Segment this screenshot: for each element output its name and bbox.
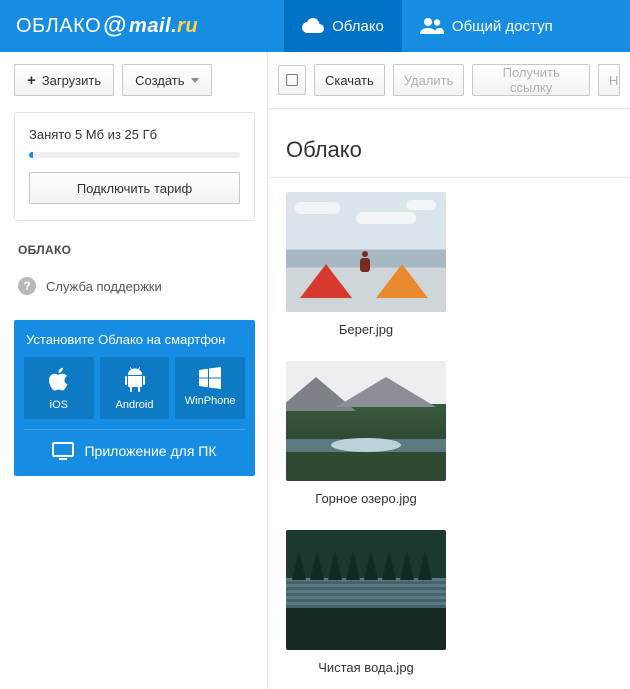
file-thumbnail — [286, 361, 446, 481]
create-button-label: Создать — [135, 73, 184, 88]
platform-winphone-label: WinPhone — [185, 395, 236, 407]
upload-button-label: Загрузить — [42, 73, 101, 88]
truncated-button-label: Н — [609, 73, 618, 88]
support-link[interactable]: ? Служба поддержки — [14, 267, 255, 310]
nav-tab-cloud[interactable]: Облако — [284, 0, 402, 52]
android-icon — [124, 367, 146, 393]
file-name: Горное озеро.jpg — [286, 491, 446, 506]
getlink-button-label: Получить ссылку — [483, 65, 579, 95]
people-icon — [420, 18, 444, 34]
file-tile[interactable]: Берег.jpg — [286, 192, 446, 337]
mobile-promo-title: Установите Облако на смартфон — [24, 330, 245, 357]
download-button-label: Скачать — [325, 73, 374, 88]
support-label: Служба поддержки — [46, 279, 162, 294]
nav-tab-shared[interactable]: Общий доступ — [402, 0, 571, 52]
create-button[interactable]: Создать — [122, 64, 211, 96]
cloud-icon — [302, 18, 324, 34]
file-tile[interactable]: Чистая вода.jpg — [286, 530, 446, 675]
page-title: Облако — [286, 137, 612, 163]
getlink-button[interactable]: Получить ссылку — [472, 64, 590, 96]
file-thumbnail — [286, 192, 446, 312]
upload-button[interactable]: + Загрузить — [14, 64, 114, 96]
plus-icon: + — [27, 73, 36, 88]
question-icon: ? — [18, 277, 36, 295]
storage-panel: Занято 5 Мб из 25 Гб Подключить тариф — [14, 112, 255, 221]
main-area: Скачать Удалить Получить ссылку Н Облако — [267, 52, 630, 689]
file-grid: Берег.jpg Горное озеро.jpg — [286, 178, 612, 675]
tariff-button-label: Подключить тариф — [77, 181, 192, 196]
monitor-icon — [52, 442, 74, 460]
pc-app-label: Приложение для ПК — [84, 443, 216, 459]
nav-tab-shared-label: Общий доступ — [452, 18, 553, 35]
sidebar-heading: ОБЛАКО — [18, 243, 251, 257]
brand-at: @ — [103, 12, 127, 40]
storage-usage-text: Занято 5 Мб из 25 Гб — [29, 127, 240, 142]
platform-android-label: Android — [116, 399, 154, 411]
select-all-checkbox[interactable] — [278, 65, 306, 95]
platform-ios-label: iOS — [50, 399, 68, 411]
truncated-button[interactable]: Н — [598, 64, 620, 96]
tariff-button[interactable]: Подключить тариф — [29, 172, 240, 204]
file-name: Берег.jpg — [286, 322, 446, 337]
checkbox-box-icon — [286, 74, 298, 86]
pc-app-link[interactable]: Приложение для ПК — [24, 429, 245, 472]
delete-button[interactable]: Удалить — [393, 64, 465, 96]
download-button[interactable]: Скачать — [314, 64, 385, 96]
mobile-promo: Установите Облако на смартфон iOS Androi… — [14, 320, 255, 476]
brand-ru: ru — [177, 15, 198, 38]
platform-winphone[interactable]: WinPhone — [175, 357, 245, 419]
file-tile[interactable]: Горное озеро.jpg — [286, 361, 446, 506]
chevron-down-icon — [191, 78, 199, 83]
delete-button-label: Удалить — [404, 73, 454, 88]
platform-ios[interactable]: iOS — [24, 357, 94, 419]
storage-progress-bar — [29, 152, 33, 158]
file-thumbnail — [286, 530, 446, 650]
storage-progress — [29, 152, 240, 158]
toolbar: Скачать Удалить Получить ссылку Н — [268, 52, 630, 109]
nav-tab-cloud-label: Облако — [332, 18, 384, 35]
file-name: Чистая вода.jpg — [286, 660, 446, 675]
brand-mail: mail — [129, 15, 171, 38]
app-header: ОБЛАКО @ mail . ru Облако Общий доступ — [0, 0, 630, 52]
platform-android[interactable]: Android — [100, 357, 170, 419]
brand-logo[interactable]: ОБЛАКО @ mail . ru — [0, 0, 214, 52]
windows-icon — [199, 367, 221, 389]
sidebar: + Загрузить Создать Занято 5 Мб из 25 Гб… — [0, 52, 267, 689]
brand-oblako: ОБЛАКО — [16, 15, 101, 38]
apple-icon — [48, 367, 70, 393]
